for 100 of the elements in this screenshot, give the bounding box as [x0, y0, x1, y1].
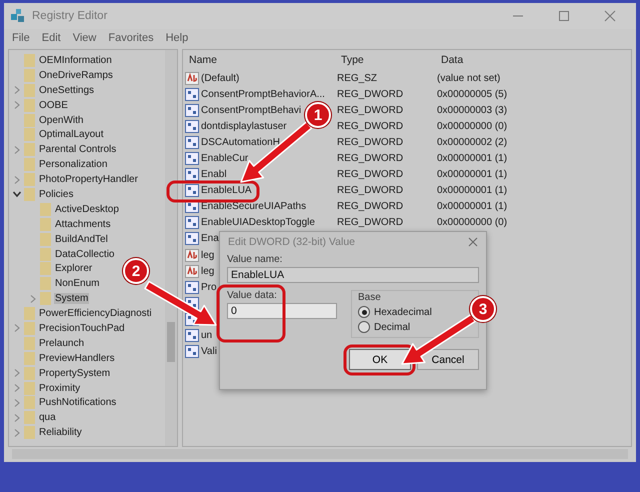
- value-name[interactable]: EnableLUA: [201, 185, 252, 196]
- value-name[interactable]: Enabl: [201, 169, 227, 180]
- value-name[interactable]: leg: [201, 266, 214, 277]
- value-name[interactable]: dontdisplaylastuser: [201, 120, 287, 132]
- column-header[interactable]: Name: [183, 54, 341, 66]
- cubes-icon: [10, 8, 26, 24]
- binary-value-icon: [185, 136, 199, 149]
- value-data: 0x00000000 (0): [437, 217, 508, 228]
- value-name[interactable]: ConsentPromptBehavi: [201, 104, 302, 116]
- value-name[interactable]: Ena: [201, 233, 219, 244]
- tree-item[interactable]: PushNotifications: [38, 397, 118, 408]
- folder-icon: [24, 322, 35, 335]
- chevron-right-icon[interactable]: [13, 324, 21, 332]
- tree-item[interactable]: Parental Controls: [38, 144, 118, 156]
- tree-item[interactable]: PowerEfficiencyDiagnosti: [38, 308, 153, 320]
- string-value-icon: [185, 264, 199, 278]
- value-data: 0x00000001 (1): [437, 185, 508, 196]
- binary-value-icon: [185, 329, 199, 342]
- radio-button[interactable]: [358, 321, 370, 333]
- tree-item[interactable]: PropertySystem: [38, 368, 112, 379]
- tree-item[interactable]: Reliability: [38, 427, 83, 438]
- binary-value-icon: [185, 232, 199, 246]
- value-type: REG_DWORD: [337, 136, 404, 148]
- value-name[interactable]: EnableCur: [201, 153, 248, 164]
- tree-item[interactable]: OpenWith: [38, 114, 84, 126]
- value-name-field[interactable]: EnableLUA: [227, 267, 479, 283]
- chevron-right-icon[interactable]: [13, 146, 21, 154]
- tree-item[interactable]: OptimalLayout: [38, 129, 104, 140]
- menu-item[interactable]: View: [72, 32, 96, 44]
- field-label: Value data:: [227, 290, 277, 301]
- value-name[interactable]: EnableSecureUIAPaths: [201, 201, 306, 212]
- value-data: (value not set): [437, 72, 500, 84]
- binary-value-icon: [185, 168, 199, 182]
- folder-icon: [24, 128, 35, 142]
- chevron-right-icon[interactable]: [13, 398, 21, 407]
- value-name[interactable]: ConsentPromptBehaviorA...: [201, 88, 325, 100]
- value-name[interactable]: EnableUIADesktopToggle: [201, 217, 315, 228]
- value-name[interactable]: Pro: [201, 282, 217, 293]
- tree-item[interactable]: PhotoPropertyHandler: [38, 174, 139, 186]
- radio-button[interactable]: [358, 306, 370, 318]
- value-type: REG_DWORD: [337, 120, 404, 132]
- string-value-icon: [185, 72, 199, 85]
- folder-icon: [24, 307, 35, 320]
- chevron-right-icon[interactable]: [13, 414, 21, 422]
- tree-item[interactable]: PrecisionTouchPad: [38, 322, 126, 334]
- value-name[interactable]: leg: [201, 250, 214, 261]
- menu-item[interactable]: Help: [166, 32, 188, 44]
- value-data: 0x00000003 (3): [437, 104, 508, 116]
- value-data: 0x00000001 (1): [437, 153, 508, 164]
- tree-item[interactable]: Policies: [38, 188, 74, 200]
- chevron-right-icon[interactable]: [13, 384, 21, 392]
- tree-item[interactable]: BuildAndTel: [54, 234, 109, 245]
- tree-item[interactable]: OOBE: [38, 100, 69, 111]
- tree-item[interactable]: Proximity: [38, 382, 82, 394]
- chevron-right-icon[interactable]: [13, 176, 21, 184]
- column-header[interactable]: Type: [341, 54, 441, 66]
- chevron-right-icon[interactable]: [13, 101, 21, 110]
- folder-icon: [24, 382, 35, 395]
- chevron-right-icon[interactable]: [29, 294, 37, 303]
- tree-item[interactable]: Prelaunch: [38, 338, 86, 349]
- radio-label[interactable]: Hexadecimal: [374, 306, 432, 318]
- vertical-scrollbar[interactable]: [165, 50, 177, 446]
- value-name[interactable]: Vali: [201, 346, 217, 358]
- value-data: 0x00000000 (0): [437, 120, 508, 132]
- value-type: REG_DWORD: [337, 153, 404, 164]
- folder-icon: [40, 248, 51, 261]
- tree-item[interactable]: OneDriveRamps: [38, 70, 114, 81]
- value-name[interactable]: un: [201, 330, 212, 342]
- chevron-right-icon[interactable]: [13, 369, 21, 378]
- tree-item[interactable]: PreviewHandlers: [38, 352, 116, 364]
- window-title: Registry Editor: [32, 10, 108, 22]
- tree-item[interactable]: System: [54, 293, 90, 304]
- value-type: REG_DWORD: [337, 217, 404, 228]
- tree-item[interactable]: Attachments: [54, 218, 112, 230]
- tree-item[interactable]: qua: [38, 412, 57, 424]
- tree-item[interactable]: Explorer: [54, 263, 94, 274]
- tree-item[interactable]: ActiveDesktop: [54, 204, 120, 215]
- chevron-right-icon[interactable]: [13, 428, 21, 437]
- menu-item[interactable]: Edit: [42, 32, 61, 44]
- binary-value-icon: [185, 104, 199, 117]
- value-name[interactable]: (Default): [201, 72, 240, 84]
- value-data-field[interactable]: 0: [227, 303, 337, 319]
- tree-item[interactable]: DataCollectio: [54, 248, 116, 260]
- binary-value-icon: [185, 120, 199, 133]
- tree-item[interactable]: OEMInformation: [38, 54, 113, 66]
- radio-label[interactable]: Decimal: [374, 322, 410, 332]
- ok-button[interactable]: OK: [349, 349, 411, 370]
- chevron-down-icon[interactable]: [13, 190, 21, 198]
- tree-item[interactable]: Personalization: [38, 159, 108, 170]
- column-header[interactable]: Data: [441, 54, 464, 66]
- value-name[interactable]: DSCAutomationH: [201, 136, 280, 148]
- tree-item[interactable]: OneSettings: [38, 84, 96, 96]
- menu-item[interactable]: Favorites: [108, 32, 154, 44]
- chevron-right-icon[interactable]: [13, 86, 21, 94]
- menu-item[interactable]: File: [12, 32, 30, 44]
- string-value-icon: [185, 248, 199, 262]
- folder-icon: [24, 98, 35, 112]
- close-icon[interactable]: [468, 237, 478, 247]
- folder-icon: [40, 292, 51, 306]
- tree-item[interactable]: NonEnum: [54, 278, 100, 290]
